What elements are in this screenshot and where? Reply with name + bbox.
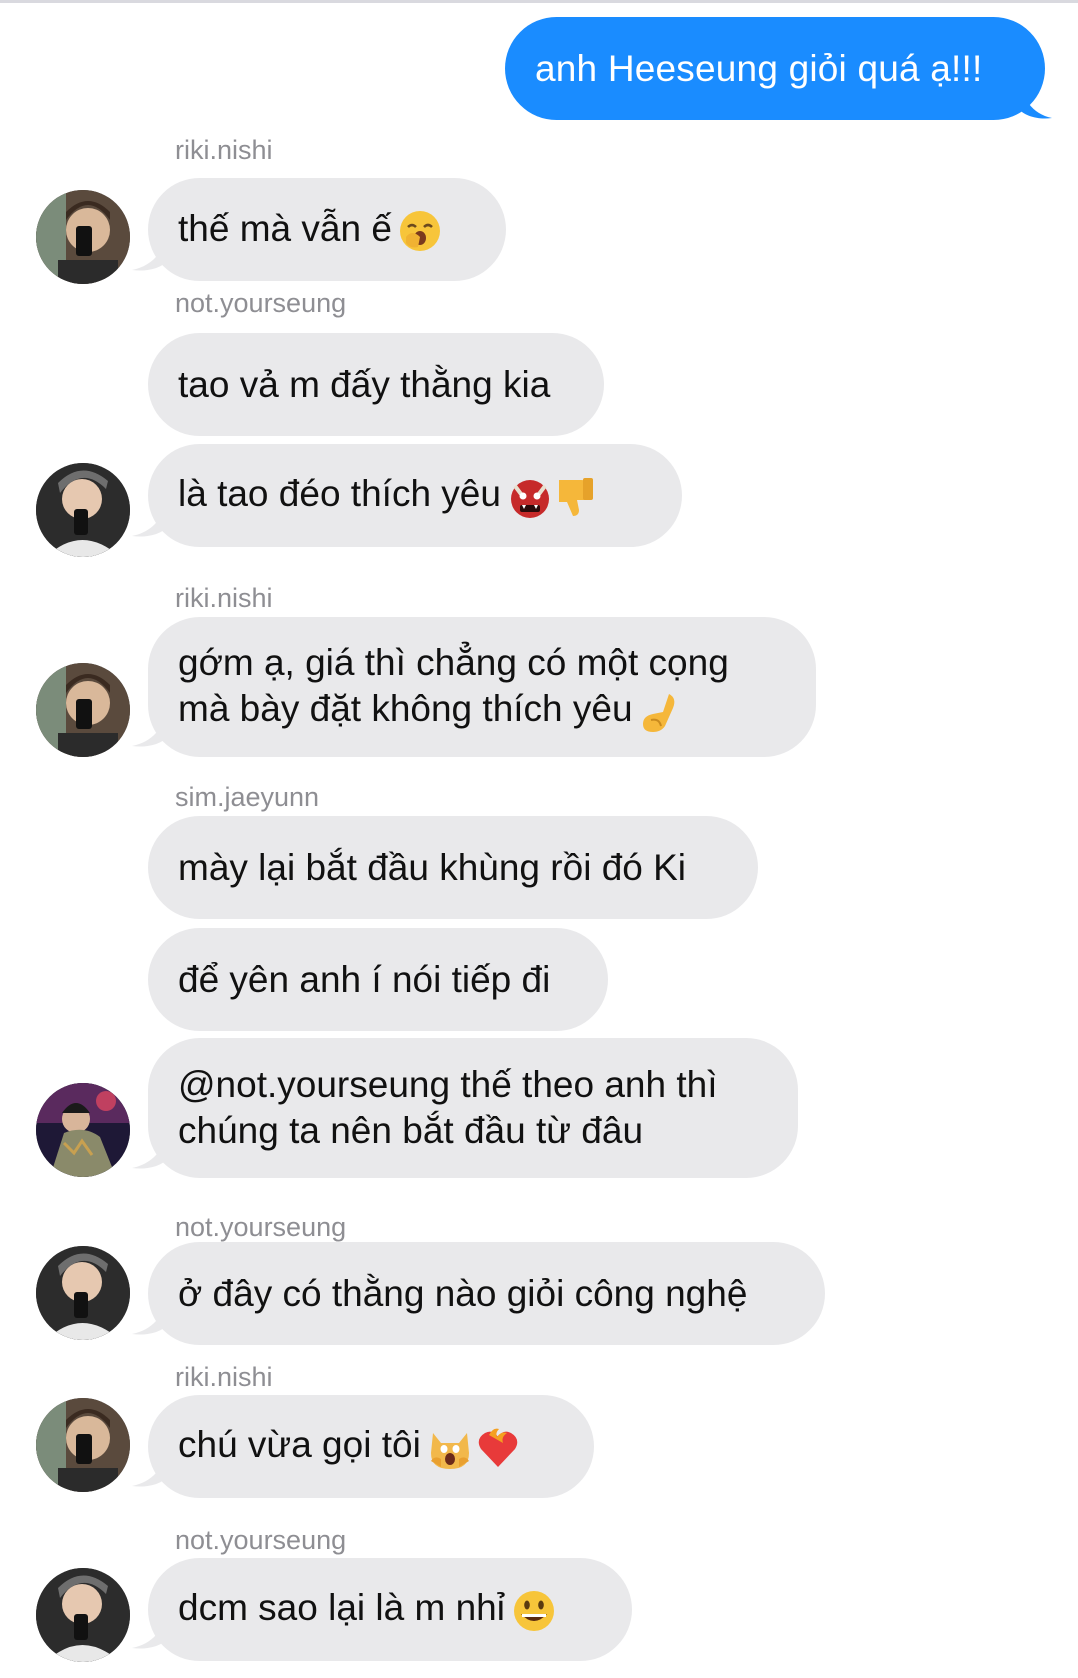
message-text: ở đây có thằng nào giỏi công nghệ	[178, 1272, 748, 1314]
sender-name: riki.nishi	[175, 135, 273, 165]
yawning-face-icon	[399, 211, 440, 252]
avatar-riki[interactable]	[36, 190, 130, 284]
message-text: chúng ta nên bắt đầu từ đâu	[178, 1110, 644, 1151]
thumbs-down-icon	[558, 477, 593, 516]
message-text: chú vừa gọi tôi	[178, 1424, 421, 1466]
sender-name: riki.nishi	[175, 583, 273, 613]
message-bubble[interactable]: để yên anh í nói tiếp đi	[148, 928, 608, 1031]
sender-name: sim.jaeyunn	[175, 782, 320, 812]
avatar-sim-jaeyunn[interactable]	[36, 1083, 130, 1177]
weary-cat-icon	[430, 1432, 469, 1469]
message-text: dcm sao lại là m nhỉ	[178, 1587, 505, 1629]
avatar-not-yourseung[interactable]	[36, 463, 130, 557]
message-bubble[interactable]: là tao đéo thích yêu	[148, 444, 682, 547]
message-bubble[interactable]: thế mà vẫn ế	[148, 178, 506, 281]
sender-name: not.yourseung	[175, 1525, 347, 1555]
avatar-not-yourseung[interactable]	[36, 1246, 130, 1340]
message-text: thế mà vẫn ế	[178, 207, 392, 249]
message-bubble[interactable]: tao vả m đấy thằng kia	[148, 333, 604, 436]
message-text: @not.yourseung thế theo anh thì	[178, 1064, 718, 1105]
sender-name: riki.nishi	[175, 1362, 273, 1392]
message-text: mày lại bắt đầu khùng rồi đó Ki	[178, 846, 687, 888]
message-text: mà bày đặt không thích yêu	[178, 688, 633, 730]
avatar-riki[interactable]	[36, 1398, 130, 1492]
message-text: anh Heeseung giỏi quá ạ!!!	[535, 47, 983, 89]
message-text: là tao đéo thích yêu	[178, 473, 501, 515]
avatar-riki[interactable]	[36, 663, 130, 757]
message-bubble[interactable]: gớm ạ, giá thì chẳng có một cọng mà bày …	[148, 617, 816, 757]
message-text: tao vả m đấy thằng kia	[178, 363, 551, 405]
bubble-tail-outgoing	[1018, 78, 1052, 119]
sender-name: not.yourseung	[175, 288, 347, 318]
message-bubble[interactable]: chú vừa gọi tôi	[148, 1395, 594, 1498]
message-bubble[interactable]: ở đây có thằng nào giỏi công nghệ	[148, 1242, 825, 1345]
avatar-not-yourseung[interactable]	[36, 1568, 130, 1662]
grinning-face-icon	[513, 1590, 554, 1631]
message-text: gớm ạ, giá thì chẳng có một cọng	[178, 642, 729, 684]
message-text: để yên anh í nói tiếp đi	[178, 958, 551, 1000]
message-bubble[interactable]: mày lại bắt đầu khùng rồi đó Ki	[148, 816, 758, 919]
message-bubble[interactable]: dcm sao lại là m nhỉ	[148, 1558, 632, 1661]
chat-thread[interactable]: anh Heeseung giỏi quá ạ!!! riki.nishi th…	[0, 0, 1078, 1678]
sender-name: not.yourseung	[175, 1212, 347, 1242]
message-bubble[interactable]: @not.yourseung thế theo anh thì chúng ta…	[148, 1038, 798, 1178]
heart-on-fire-icon	[478, 1428, 518, 1467]
pinching-hand-icon	[642, 693, 674, 732]
outgoing-message-bubble[interactable]: anh Heeseung giỏi quá ạ!!!	[505, 17, 1045, 120]
ogre-face-icon	[510, 479, 549, 518]
